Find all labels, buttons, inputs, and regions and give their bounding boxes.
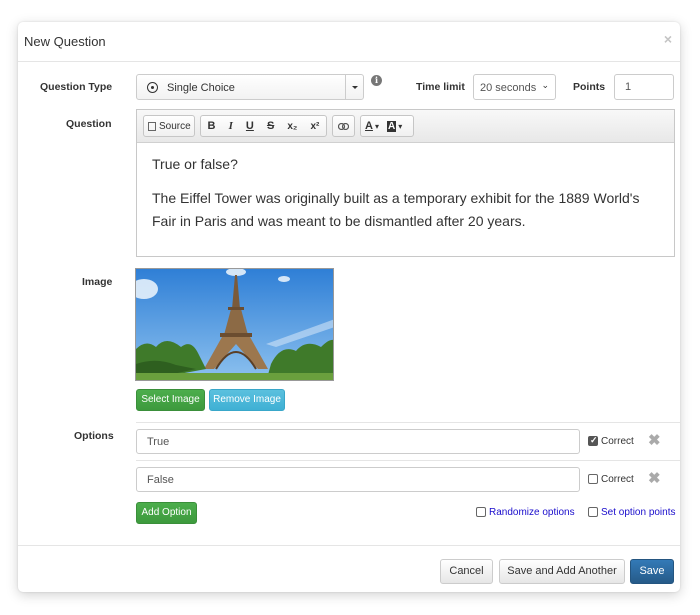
set-option-points-label[interactable]: Set option points <box>601 507 676 518</box>
points-label: Points <box>573 81 606 93</box>
source-icon <box>148 121 156 131</box>
chevron-down-icon[interactable] <box>345 75 363 99</box>
radio-icon <box>147 82 158 93</box>
points-input[interactable]: 1 <box>614 74 674 100</box>
editor-toolbar: Source B I U S x₂ x² A ▾ A ▾ <box>137 110 674 143</box>
randomize-checkbox[interactable] <box>476 507 486 517</box>
set-option-points-checkbox[interactable] <box>588 507 598 517</box>
correct-checkbox[interactable] <box>588 474 598 484</box>
bg-color-label: A <box>386 120 397 132</box>
text-color-label: A <box>365 120 373 132</box>
toolbar-group-format: B I U S x₂ x² <box>200 115 327 137</box>
toolbar-group-colors: A ▾ A ▾ <box>360 115 414 137</box>
question-label: Question <box>66 118 112 130</box>
info-icon[interactable]: i <box>371 75 382 86</box>
link-icon[interactable] <box>334 116 353 136</box>
text-color-button[interactable]: A ▾ <box>361 116 383 136</box>
caret-icon: ▾ <box>398 121 403 131</box>
subscript-button[interactable]: x₂ <box>283 116 301 136</box>
question-type-value: Single Choice <box>167 82 235 94</box>
modal-footer: Cancel Save and Add Another Save <box>18 545 680 592</box>
save-button[interactable]: Save <box>630 559 674 584</box>
chevron-down-icon: ⌄ <box>541 80 549 90</box>
remove-image-button[interactable]: Remove Image <box>209 389 285 411</box>
divider <box>136 422 680 423</box>
question-type-label: Question Type <box>40 81 113 93</box>
caret-icon: ▾ <box>374 121 379 131</box>
editor-content[interactable]: True or false? The Eiffel Tower was orig… <box>137 143 674 254</box>
option-input[interactable]: True <box>136 429 580 454</box>
divider <box>136 460 680 461</box>
strikethrough-button[interactable]: S <box>263 116 278 136</box>
options-label: Options <box>74 430 114 442</box>
toolbar-group-source: Source <box>143 115 195 137</box>
superscript-button[interactable]: x² <box>306 116 323 136</box>
select-image-button[interactable]: Select Image <box>136 389 205 411</box>
modal-title: New Question <box>24 34 106 49</box>
option-input[interactable]: False <box>136 467 580 492</box>
question-image <box>135 268 334 381</box>
underline-button[interactable]: U <box>242 116 258 136</box>
source-label: Source <box>159 120 191 132</box>
image-label: Image <box>82 276 113 288</box>
cancel-button[interactable]: Cancel <box>440 559 493 584</box>
italic-button[interactable]: I <box>225 116 237 136</box>
modal-header: New Question × <box>18 22 680 62</box>
new-question-modal: New Question × Question Type Single Choi… <box>18 22 680 592</box>
time-limit-label: Time limit <box>416 81 465 93</box>
remove-option-icon[interactable]: ✖ <box>648 431 661 449</box>
question-type-select[interactable]: Single Choice <box>136 74 364 100</box>
background-color-button[interactable]: A ▾ <box>383 116 406 136</box>
add-option-button[interactable]: Add Option <box>136 502 197 524</box>
remove-option-icon[interactable]: ✖ <box>648 469 661 487</box>
correct-label: Correct <box>601 474 634 485</box>
eiffel-tower-image <box>136 269 333 380</box>
question-paragraph: The Eiffel Tower was originally built as… <box>152 190 640 229</box>
question-paragraph: True or false? <box>152 156 238 172</box>
time-limit-select[interactable]: 20 seconds ⌄ <box>473 74 556 100</box>
save-and-add-another-button[interactable]: Save and Add Another <box>499 559 625 584</box>
toolbar-group-link <box>332 115 355 137</box>
close-icon[interactable]: × <box>664 31 672 47</box>
randomize-options-label[interactable]: Randomize options <box>489 507 575 518</box>
question-editor[interactable]: Source B I U S x₂ x² A ▾ A ▾ True or fal… <box>136 109 675 257</box>
correct-checkbox[interactable] <box>588 435 598 446</box>
time-limit-value: 20 seconds <box>480 82 537 94</box>
source-button[interactable]: Source <box>144 116 195 136</box>
bold-button[interactable]: B <box>204 116 220 136</box>
correct-label: Correct <box>601 436 634 447</box>
